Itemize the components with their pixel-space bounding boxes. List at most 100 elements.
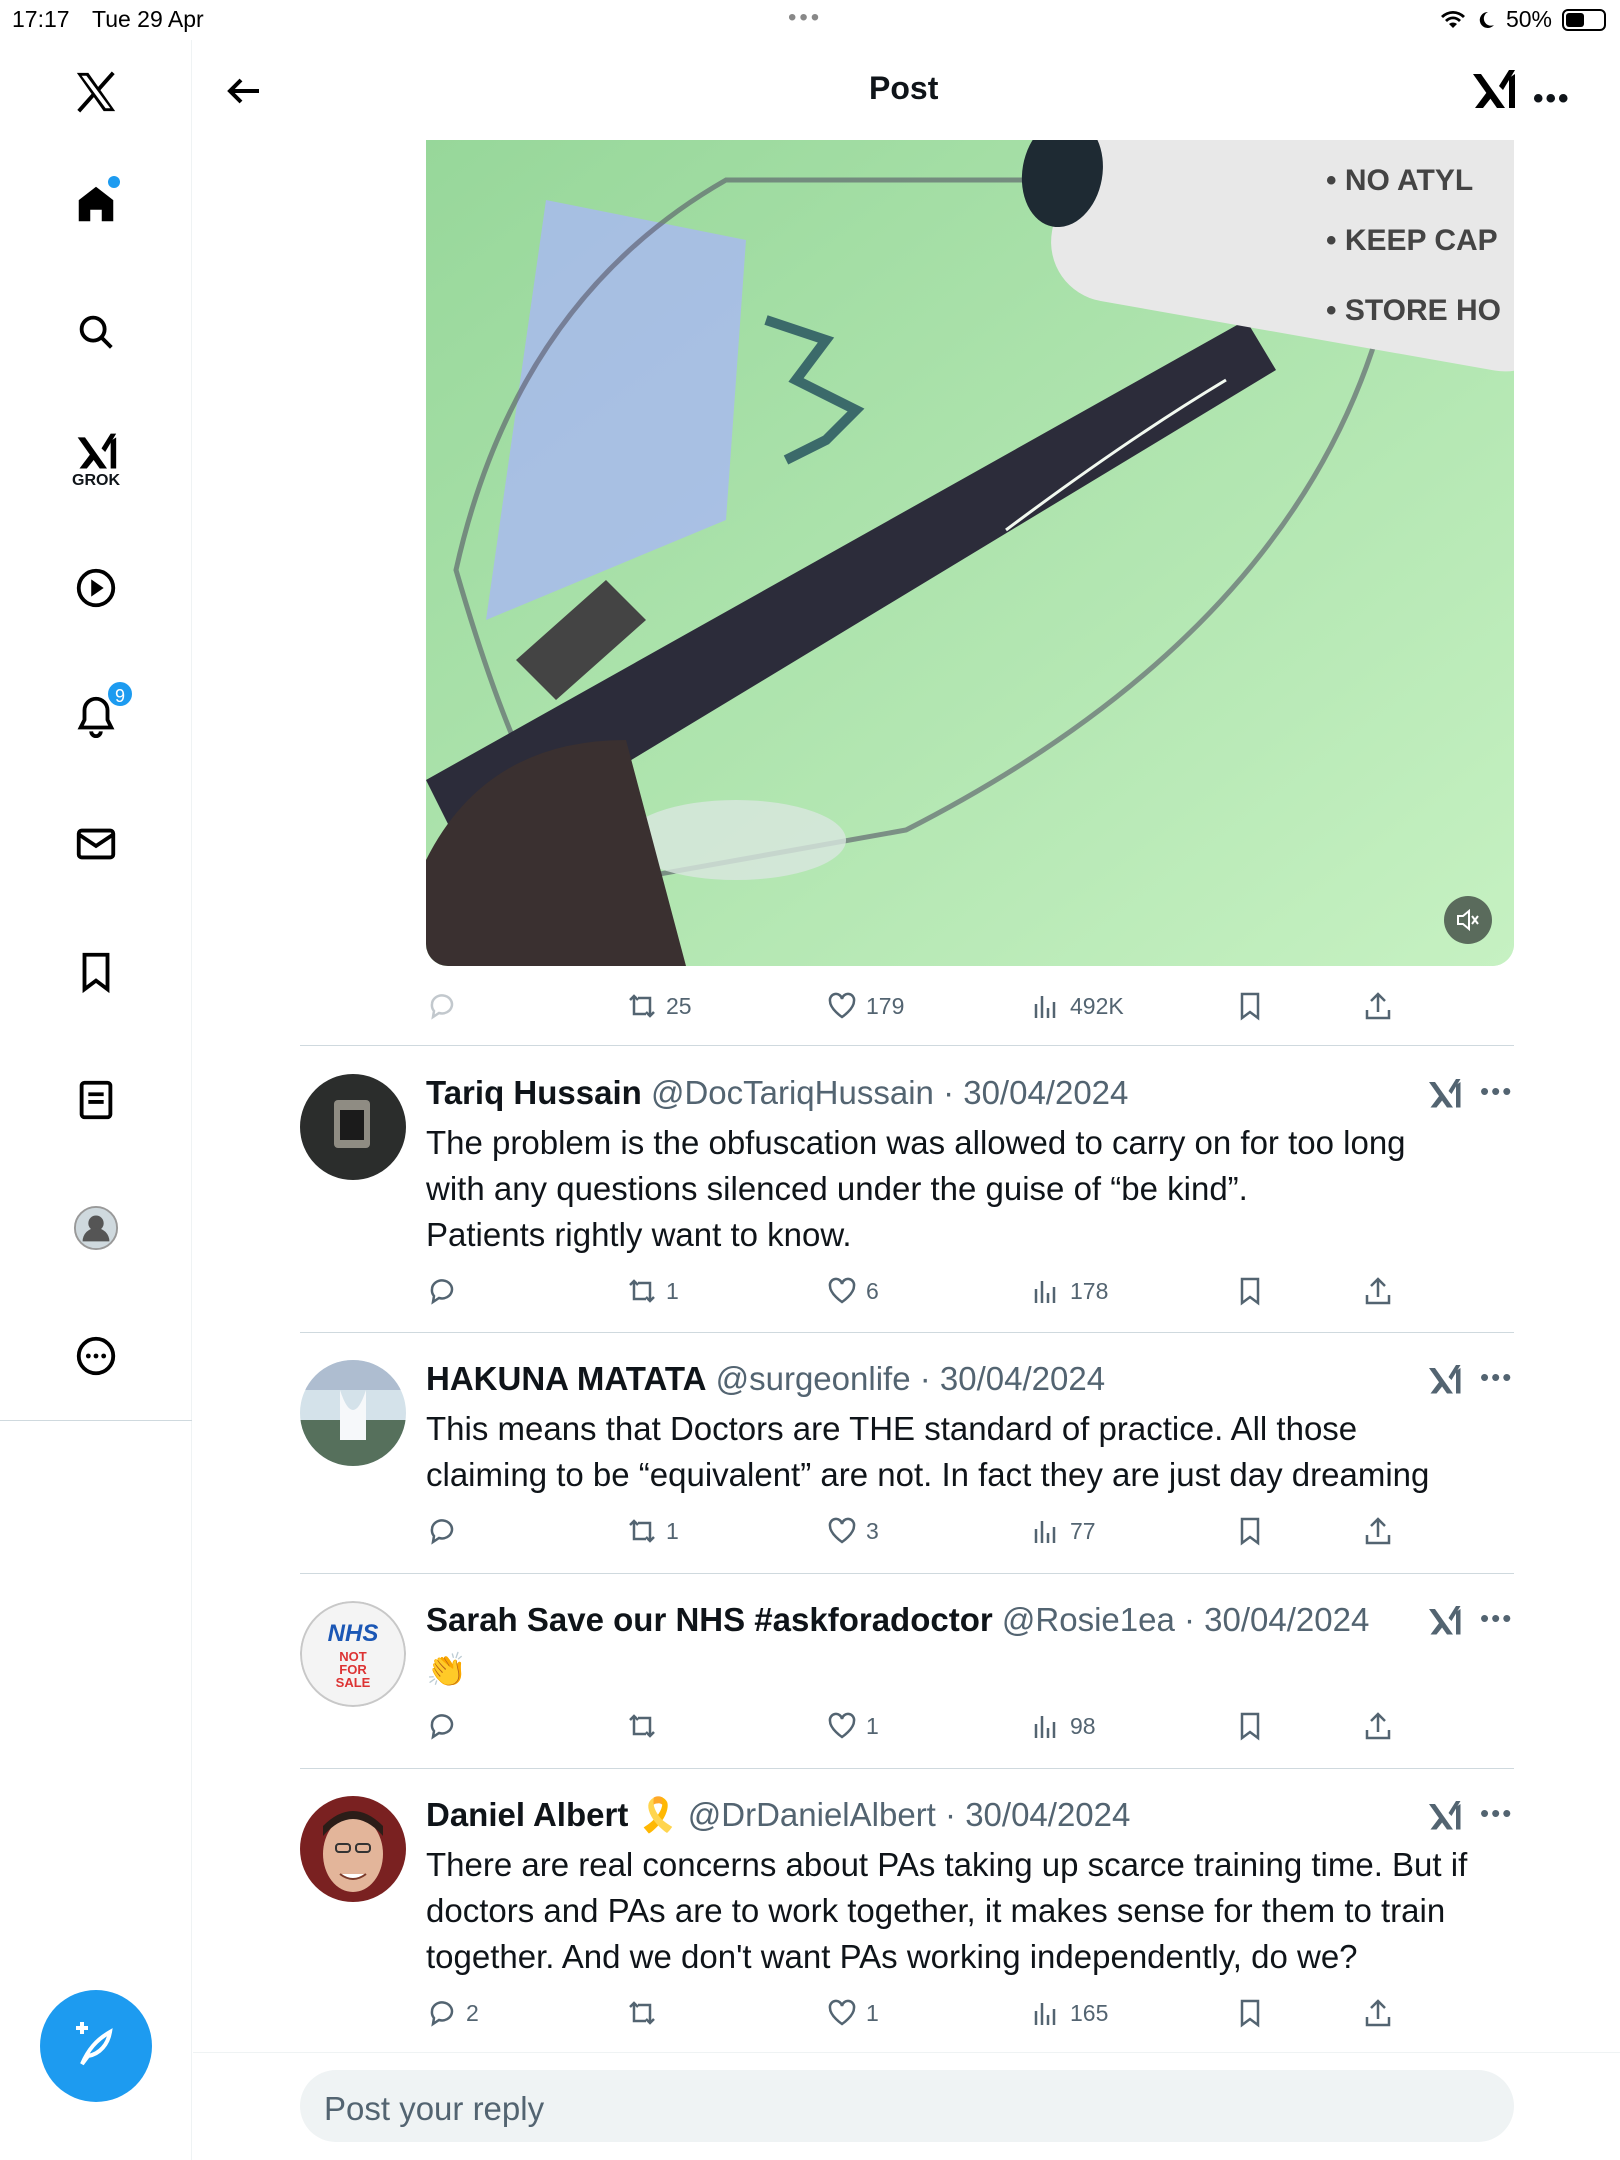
author-handle[interactable]: @surgeonlife	[716, 1360, 911, 1397]
author-name[interactable]: HAKUNA MATATA	[426, 1360, 706, 1397]
like-button[interactable]: 1	[826, 1990, 879, 2036]
text-line: together. And we don't want PAs working …	[426, 1938, 1358, 1975]
more-menu-icon[interactable]: •••	[1533, 82, 1571, 116]
author-handle[interactable]: @DocTariqHussain	[651, 1074, 934, 1111]
author-name[interactable]: Tariq Hussain	[426, 1074, 642, 1111]
mute-toggle-button[interactable]	[1444, 896, 1492, 944]
like-button[interactable]: 179	[826, 983, 904, 1029]
views-chart-icon	[1034, 1521, 1056, 1543]
more-icon[interactable]: •••	[1480, 1798, 1513, 1829]
share-button[interactable]	[1362, 1703, 1394, 1749]
more-icon[interactable]: •••	[1480, 1603, 1513, 1634]
like-count: 3	[866, 1517, 879, 1544]
reply-text: There are real concerns about PAs taking…	[426, 1842, 1506, 1980]
compose-post-button[interactable]	[40, 1990, 152, 2102]
status-bar: 17:17 Tue 29 Apr ••• 50%	[0, 0, 1620, 40]
bookmark-button[interactable]	[1234, 983, 1266, 1029]
home-icon[interactable]	[56, 164, 136, 244]
avatar[interactable]	[300, 1796, 406, 1902]
reply-button[interactable]	[426, 1508, 458, 1554]
views-button[interactable]: 77	[1030, 1508, 1096, 1554]
grok-icon[interactable]	[1426, 1362, 1462, 1398]
views-chart-icon	[1034, 1281, 1056, 1303]
view-count: 178	[1070, 1277, 1109, 1304]
post-date[interactable]: · 30/04/2024	[943, 1074, 1128, 1111]
views-button[interactable]: 492K	[1030, 983, 1124, 1029]
views-button[interactable]: 178	[1030, 1268, 1108, 1314]
views-button[interactable]: 165	[1030, 1990, 1108, 2036]
reply-actions: 2 1 165	[426, 1990, 1406, 2036]
avatar-text-sale: SALE	[336, 1675, 371, 1690]
author-name[interactable]: Sarah Save our NHS #askforadoctor	[426, 1601, 993, 1638]
share-button[interactable]	[1362, 1268, 1394, 1314]
more-icon[interactable]: •••	[1480, 1362, 1513, 1393]
reply-header: Sarah Save our NHS #askforadoctor @Rosie…	[426, 1601, 1369, 1639]
retweet-button[interactable]: 1	[626, 1508, 679, 1554]
bookmark-icon	[1240, 1277, 1260, 1306]
speaker-muted-icon	[1457, 908, 1479, 932]
retweet-icon	[629, 1279, 655, 1303]
reply-button[interactable]	[426, 983, 458, 1029]
avatar[interactable]	[300, 1074, 406, 1180]
post-video[interactable]: • NO ATYL • KEEP CAP • STORE HO	[426, 140, 1514, 966]
post-date[interactable]: · 30/04/2024	[945, 1796, 1130, 1833]
reply-button[interactable]	[426, 1703, 458, 1749]
share-button[interactable]	[1362, 983, 1394, 1029]
grok-icon[interactable]	[1426, 1798, 1462, 1834]
retweet-button[interactable]: 25	[626, 983, 692, 1029]
like-button[interactable]: 1	[826, 1703, 879, 1749]
grok-nav[interactable]: GROK	[56, 420, 136, 500]
share-icon	[1365, 1712, 1391, 1740]
avatar[interactable]	[300, 1360, 406, 1466]
more-options-icon[interactable]	[56, 1316, 136, 1396]
battery-icon	[1562, 8, 1606, 31]
post-date[interactable]: · 30/04/2024	[920, 1360, 1105, 1397]
grok-icon[interactable]	[1426, 1076, 1462, 1112]
profile-avatar-icon[interactable]	[56, 1188, 136, 1268]
grok-icon[interactable]	[1469, 66, 1517, 114]
like-button[interactable]: 6	[826, 1268, 879, 1314]
lists-icon[interactable]	[56, 1060, 136, 1140]
like-count: 6	[866, 1277, 879, 1304]
author-handle[interactable]: @DrDanielAlbert	[688, 1796, 936, 1833]
retweet-button[interactable]: 1	[626, 1268, 679, 1314]
video-play-icon[interactable]	[56, 548, 136, 628]
reply-input[interactable]: Post your reply	[300, 2070, 1514, 2142]
retweet-button[interactable]	[626, 1990, 666, 2036]
reply-icon	[430, 2001, 454, 2027]
retweet-button[interactable]	[626, 1703, 666, 1749]
status-time: 17:17	[12, 6, 70, 32]
ribbon-emoji: 🎗️	[637, 1796, 679, 1833]
messages-mail-icon[interactable]	[56, 804, 136, 884]
bookmark-button[interactable]	[1234, 1703, 1266, 1749]
bookmark-button[interactable]	[1234, 1508, 1266, 1554]
post-date[interactable]: · 30/04/2024	[1184, 1601, 1369, 1638]
views-chart-icon	[1034, 1716, 1056, 1738]
divider	[300, 1332, 1514, 1333]
bookmarks-icon[interactable]	[56, 932, 136, 1012]
views-button[interactable]: 98	[1030, 1703, 1096, 1749]
retweet-icon	[629, 1519, 655, 1543]
author-name[interactable]: Daniel Albert	[426, 1796, 628, 1833]
share-button[interactable]	[1362, 1508, 1394, 1554]
like-button[interactable]: 3	[826, 1508, 879, 1554]
more-icon[interactable]: •••	[1480, 1076, 1513, 1107]
reply-icon	[430, 1279, 454, 1305]
x-logo-icon[interactable]	[56, 52, 136, 132]
reply-post[interactable]: NHS NOT FOR SALE Sarah Save our NHS #ask…	[300, 1601, 1514, 1781]
bookmark-button[interactable]	[1234, 1990, 1266, 2036]
reply-button[interactable]	[426, 1268, 458, 1314]
search-icon[interactable]	[56, 292, 136, 372]
share-icon	[1365, 1277, 1391, 1305]
grok-icon[interactable]	[1426, 1603, 1462, 1639]
bookmark-button[interactable]	[1234, 1268, 1266, 1314]
bookmark-icon	[1240, 1517, 1260, 1546]
multitask-dots-icon[interactable]: •••	[788, 4, 822, 32]
back-arrow-icon[interactable]	[219, 66, 269, 116]
author-handle[interactable]: @Rosie1ea	[1002, 1601, 1175, 1638]
share-button[interactable]	[1362, 1990, 1394, 2036]
notifications-bell-icon[interactable]: 9	[56, 676, 136, 756]
reply-button[interactable]: 2	[426, 1990, 479, 2036]
avatar[interactable]: NHS NOT FOR SALE	[300, 1601, 406, 1707]
reply-header: Tariq Hussain @DocTariqHussain · 30/04/2…	[426, 1074, 1128, 1112]
